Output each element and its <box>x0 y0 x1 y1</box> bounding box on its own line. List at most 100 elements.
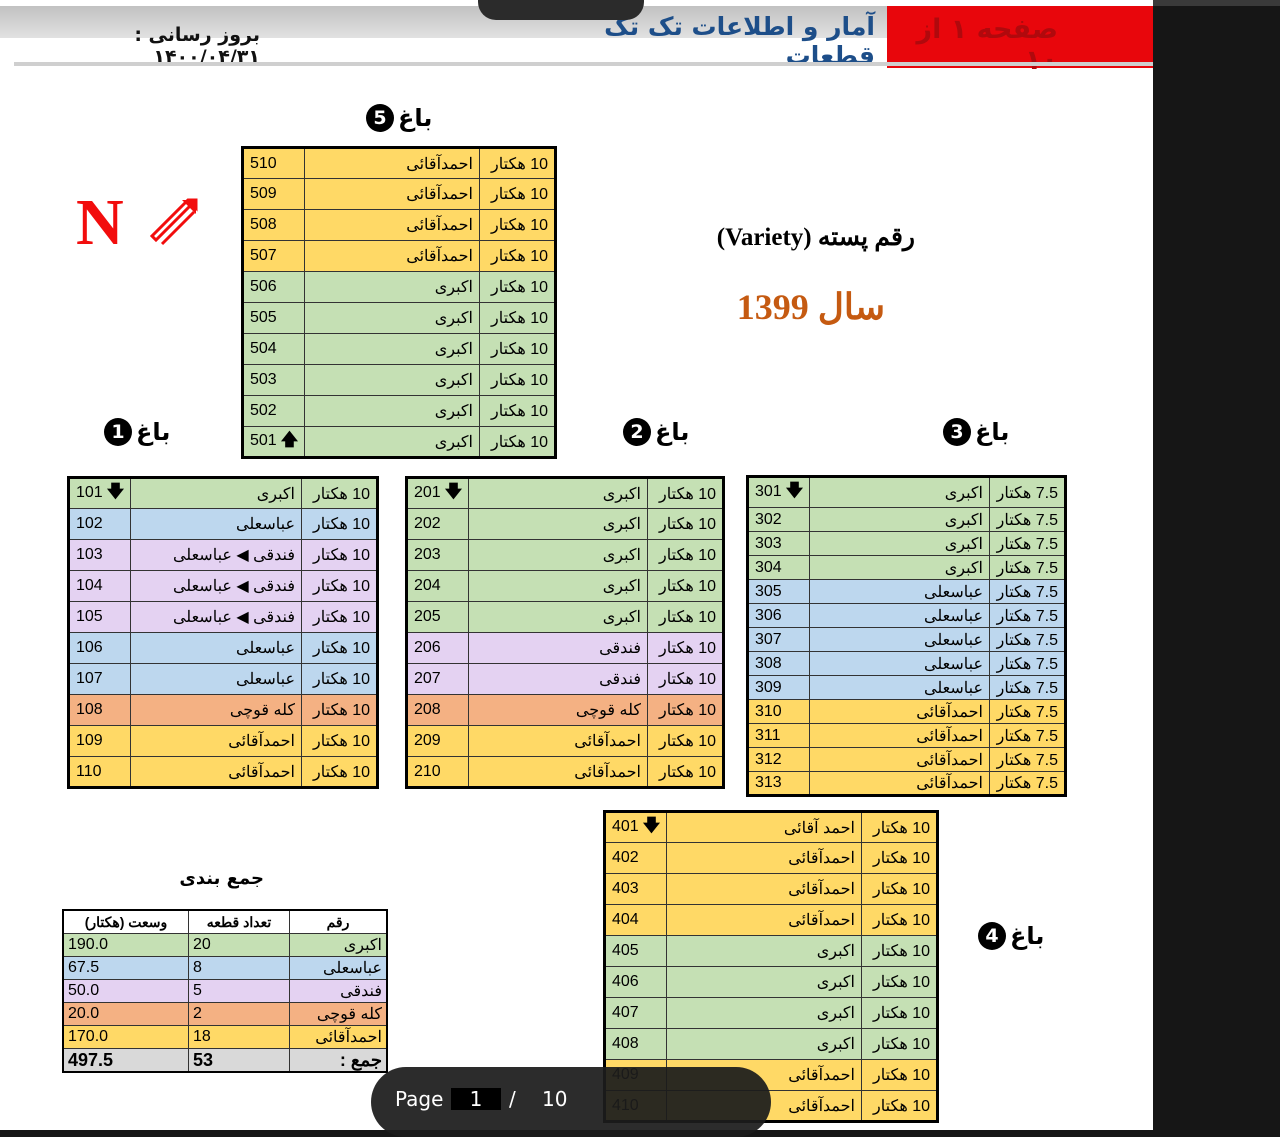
plot-id: 102 <box>67 508 132 540</box>
plot-row: 313 احمدآقائی 7.5 هکتار <box>746 771 1066 796</box>
summary-row: احمدآقائی 18 170.0 <box>62 1025 388 1049</box>
plot-id-text: 110 <box>76 762 102 780</box>
plot-area: 7.5 هکتار <box>989 651 1066 676</box>
summary-table: رقم تعداد قطعه وسعت (هکتار) اکبری 20 190.0… <box>62 909 388 1073</box>
page-number-input[interactable]: 1 <box>451 1088 501 1110</box>
plot-row: 510 احمدآقائی 10 هکتار <box>241 147 556 179</box>
plot-id: 109 <box>67 725 132 757</box>
plot-variety: احمدآقائی <box>304 147 480 179</box>
garden-5-title: باغ 5 <box>366 104 432 132</box>
plot-id-text: 403 <box>612 880 639 897</box>
plot-variety: احمدآقائی <box>130 725 302 757</box>
plot-area: 10 هکتار <box>861 935 938 967</box>
plot-area: 10 هکتار <box>861 1090 938 1122</box>
plot-area: 10 هکتار <box>861 1059 938 1091</box>
plot-area: 7.5 هکتار <box>989 699 1066 724</box>
plot-id: 308 <box>746 651 811 676</box>
plot-row: 403 احمدآقائی 10 هکتار <box>603 873 938 905</box>
plot-variety: اکبری <box>809 507 990 532</box>
plot-id-text: 202 <box>414 515 441 532</box>
summary-header-variety: رقم <box>289 909 388 934</box>
plot-id: 203 <box>405 539 470 571</box>
plot-area: 10 هکتار <box>301 477 378 509</box>
plot-area: 10 هکتار <box>479 302 556 334</box>
plot-id-text: 504 <box>250 340 277 357</box>
plot-variety: اکبری <box>304 302 480 334</box>
viewer-tab-notch[interactable] <box>478 0 644 20</box>
plot-id-text: 407 <box>612 1004 639 1021</box>
plot-id: 105 <box>67 601 132 633</box>
plot-row: 405 اکبری 10 هکتار <box>603 935 938 967</box>
garden-3-title: باغ 3 <box>943 418 1009 446</box>
plot-id: 302 <box>746 507 811 532</box>
plot-row: 106 عباسعلی 10 هکتار <box>67 632 378 664</box>
plot-row: 108 کله قوچی 10 هکتار <box>67 694 378 726</box>
plot-id-text: 312 <box>755 750 782 768</box>
plot-id-text: 510 <box>250 154 277 172</box>
plot-row: 402 احمدآقائی 10 هکتار <box>603 842 938 874</box>
plot-area: 10 هکتار <box>479 426 556 458</box>
plot-row: 205 اکبری 10 هکتار <box>405 601 724 633</box>
plot-id-text: 309 <box>755 678 782 696</box>
plot-variety: اکبری <box>809 531 990 556</box>
plot-row: 107 عباسعلی 10 هکتار <box>67 663 378 695</box>
plot-id-text: 206 <box>414 639 441 656</box>
plot-area: 10 هکتار <box>479 395 556 427</box>
plot-id: 313 <box>746 771 811 796</box>
summary-area: 20.0 <box>62 1002 189 1026</box>
row-direction-arrow-icon: 🡅 <box>280 430 299 449</box>
summary-total-count: 53 <box>188 1048 290 1073</box>
garden-1-table: 101 🡇 اکبری 10 هکتار 102 عباسعلی 10 هکتار 103 فن… <box>67 476 379 789</box>
plot-area: 7.5 هکتار <box>989 747 1066 772</box>
plot-area: 10 هکتار <box>301 601 378 633</box>
garden-1-title: باغ 1 <box>104 418 170 446</box>
plot-id: 208 <box>405 694 470 726</box>
plot-id: 202 <box>405 508 470 540</box>
page-label: Page <box>395 1087 444 1111</box>
plot-area: 10 هکتار <box>479 209 556 241</box>
plot-row: 504 اکبری 10 هکتار <box>241 333 556 365</box>
page-separator: / <box>509 1087 516 1111</box>
plot-id-text: 503 <box>250 371 277 388</box>
plot-variety: احمد آقائی <box>666 811 862 843</box>
plot-id-text: 102 <box>76 515 103 532</box>
plot-variety: احمدآقائی <box>666 842 862 874</box>
plot-id-text: 405 <box>612 942 639 959</box>
plot-row: 502 اکبری 10 هکتار <box>241 395 556 427</box>
summary-title: جمع بندی <box>179 868 264 889</box>
plot-area: 10 هکتار <box>301 632 378 664</box>
plot-id: 505 <box>241 302 306 334</box>
summary-count: 20 <box>188 933 290 957</box>
garden-3-table: 301 🡇 اکبری 7.5 هکتار 302 اکبری 7.5 هکتار 303 اک… <box>746 475 1067 797</box>
plot-area: 10 هکتار <box>647 539 724 571</box>
plot-id: 404 <box>603 904 668 936</box>
plot-id-text: 310 <box>755 702 782 720</box>
plot-row: 303 اکبری 7.5 هکتار <box>746 531 1066 556</box>
plot-row: 105 فندقی ◀ عباسعلی 10 هکتار <box>67 601 378 633</box>
plot-area: 10 هکتار <box>647 725 724 757</box>
plot-area: 7.5 هکتار <box>989 771 1066 796</box>
plot-variety: اکبری <box>809 555 990 580</box>
plot-id: 106 <box>67 632 132 664</box>
plot-variety: احمدآقائی <box>304 240 480 272</box>
plot-id-text: 311 <box>755 726 781 744</box>
plot-area: 10 هکتار <box>301 539 378 571</box>
row-direction-arrow-icon: 🡇 <box>106 482 125 501</box>
plot-row: 401 🡇 احمد آقائی 10 هکتار <box>603 811 938 843</box>
plot-variety: اکبری <box>468 539 648 571</box>
summary-area: 170.0 <box>62 1025 189 1049</box>
plot-variety: اکبری <box>304 426 480 458</box>
plot-area: 10 هکتار <box>647 570 724 602</box>
plot-variety: عباسعلی <box>809 627 990 652</box>
plot-variety: اکبری <box>666 966 862 998</box>
plot-row: 304 اکبری 7.5 هکتار <box>746 555 1066 580</box>
plot-row: 407 اکبری 10 هکتار <box>603 997 938 1029</box>
plot-id: 506 <box>241 271 306 303</box>
plot-variety: اکبری <box>304 333 480 365</box>
plot-id: 104 <box>67 570 132 602</box>
plot-id-text: 505 <box>250 309 277 326</box>
plot-id: 406 <box>603 966 668 998</box>
plot-id: 408 <box>603 1028 668 1060</box>
plot-id-text: 304 <box>755 558 782 576</box>
plot-row: 309 عباسعلی 7.5 هکتار <box>746 675 1066 700</box>
